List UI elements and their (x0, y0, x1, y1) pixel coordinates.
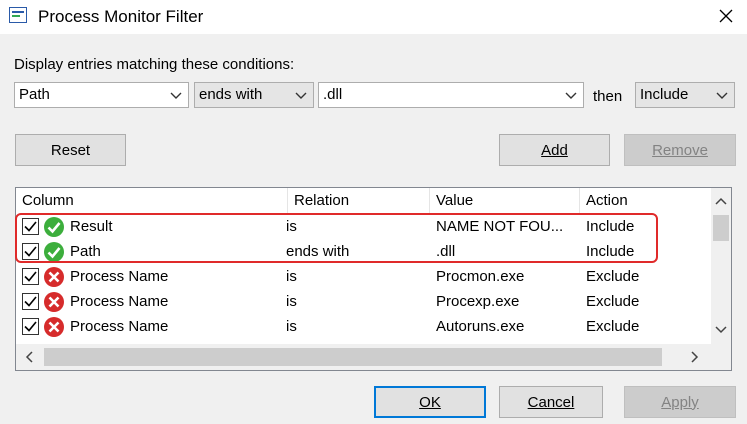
row-action: Exclude (586, 293, 640, 310)
reset-button[interactable]: Reset (15, 134, 126, 166)
apply-button[interactable]: Apply (624, 386, 736, 418)
relation-select-value: ends with (199, 86, 263, 103)
conditions-prompt: Display entries matching these condition… (14, 56, 295, 73)
scroll-right-icon[interactable] (686, 349, 702, 365)
chevron-down-icon (565, 92, 577, 99)
cancel-button-label: Cancel (527, 393, 575, 411)
process-monitor-icon (9, 7, 27, 23)
close-icon (719, 9, 733, 23)
row-relation: is (286, 318, 297, 335)
action-select[interactable]: Include (635, 82, 735, 108)
horizontal-scroll-thumb[interactable] (44, 348, 662, 366)
horizontal-scrollbar[interactable] (16, 344, 711, 370)
scroll-left-icon[interactable] (22, 349, 38, 365)
exclude-x-icon (44, 292, 64, 312)
value-combobox[interactable]: .dll (318, 82, 584, 108)
column-header-relation[interactable]: Relation (288, 188, 428, 214)
row-value: Procexp.exe (436, 293, 520, 310)
relation-select[interactable]: ends with (194, 82, 314, 108)
column-select[interactable]: Path (14, 82, 189, 108)
apply-button-label: Apply (661, 393, 699, 411)
window-title: Process Monitor Filter (38, 7, 204, 26)
chevron-down-icon (170, 92, 182, 99)
add-button[interactable]: Add (499, 134, 610, 166)
add-button-label: Add (541, 141, 568, 159)
exclude-x-icon (44, 317, 64, 337)
checkmark-icon (24, 321, 37, 332)
column-header-action[interactable]: Action (580, 188, 710, 214)
table-row[interactable]: Process Name is Procexp.exe Exclude (16, 290, 711, 315)
then-label: then (593, 88, 623, 105)
highlight-box (15, 213, 658, 263)
column-header-column[interactable]: Column (16, 188, 286, 214)
vertical-scrollbar[interactable] (711, 188, 731, 344)
table-row[interactable]: Process Name is Autoruns.exe Exclude (16, 315, 711, 340)
chevron-down-icon (716, 92, 728, 99)
enable-checkbox[interactable] (22, 268, 39, 285)
checkmark-icon (24, 296, 37, 307)
scroll-corner (711, 344, 731, 370)
column-header-value[interactable]: Value (430, 188, 578, 214)
enable-checkbox[interactable] (22, 293, 39, 310)
vertical-scroll-thumb[interactable] (713, 215, 729, 241)
title-bar: Process Monitor Filter (0, 0, 747, 34)
row-relation: is (286, 268, 297, 285)
reset-button-label: Reset (50, 141, 91, 159)
cancel-button[interactable]: Cancel (499, 386, 603, 418)
enable-checkbox[interactable] (22, 318, 39, 335)
chevron-down-icon (295, 92, 307, 99)
scroll-up-icon[interactable] (713, 194, 729, 210)
close-button[interactable] (712, 2, 740, 30)
row-column: Process Name (70, 293, 169, 310)
scroll-down-icon[interactable] (713, 321, 729, 337)
row-action: Exclude (586, 318, 640, 335)
table-row[interactable]: Process Name is Procmon.exe Exclude (16, 265, 711, 290)
exclude-x-icon (44, 267, 64, 287)
row-relation: is (286, 293, 297, 310)
row-action: Exclude (586, 268, 640, 285)
row-column: Process Name (70, 268, 169, 285)
column-select-value: Path (19, 86, 50, 103)
remove-button[interactable]: Remove (624, 134, 736, 166)
checkmark-icon (24, 271, 37, 282)
ok-button-label: OK (419, 393, 441, 411)
ok-button[interactable]: OK (374, 386, 486, 418)
row-column: Process Name (70, 318, 169, 335)
remove-button-label: Remove (652, 141, 708, 159)
value-input[interactable]: .dll (323, 86, 342, 103)
action-select-value: Include (640, 86, 689, 103)
row-value: Procmon.exe (436, 268, 525, 285)
row-value: Autoruns.exe (436, 318, 525, 335)
